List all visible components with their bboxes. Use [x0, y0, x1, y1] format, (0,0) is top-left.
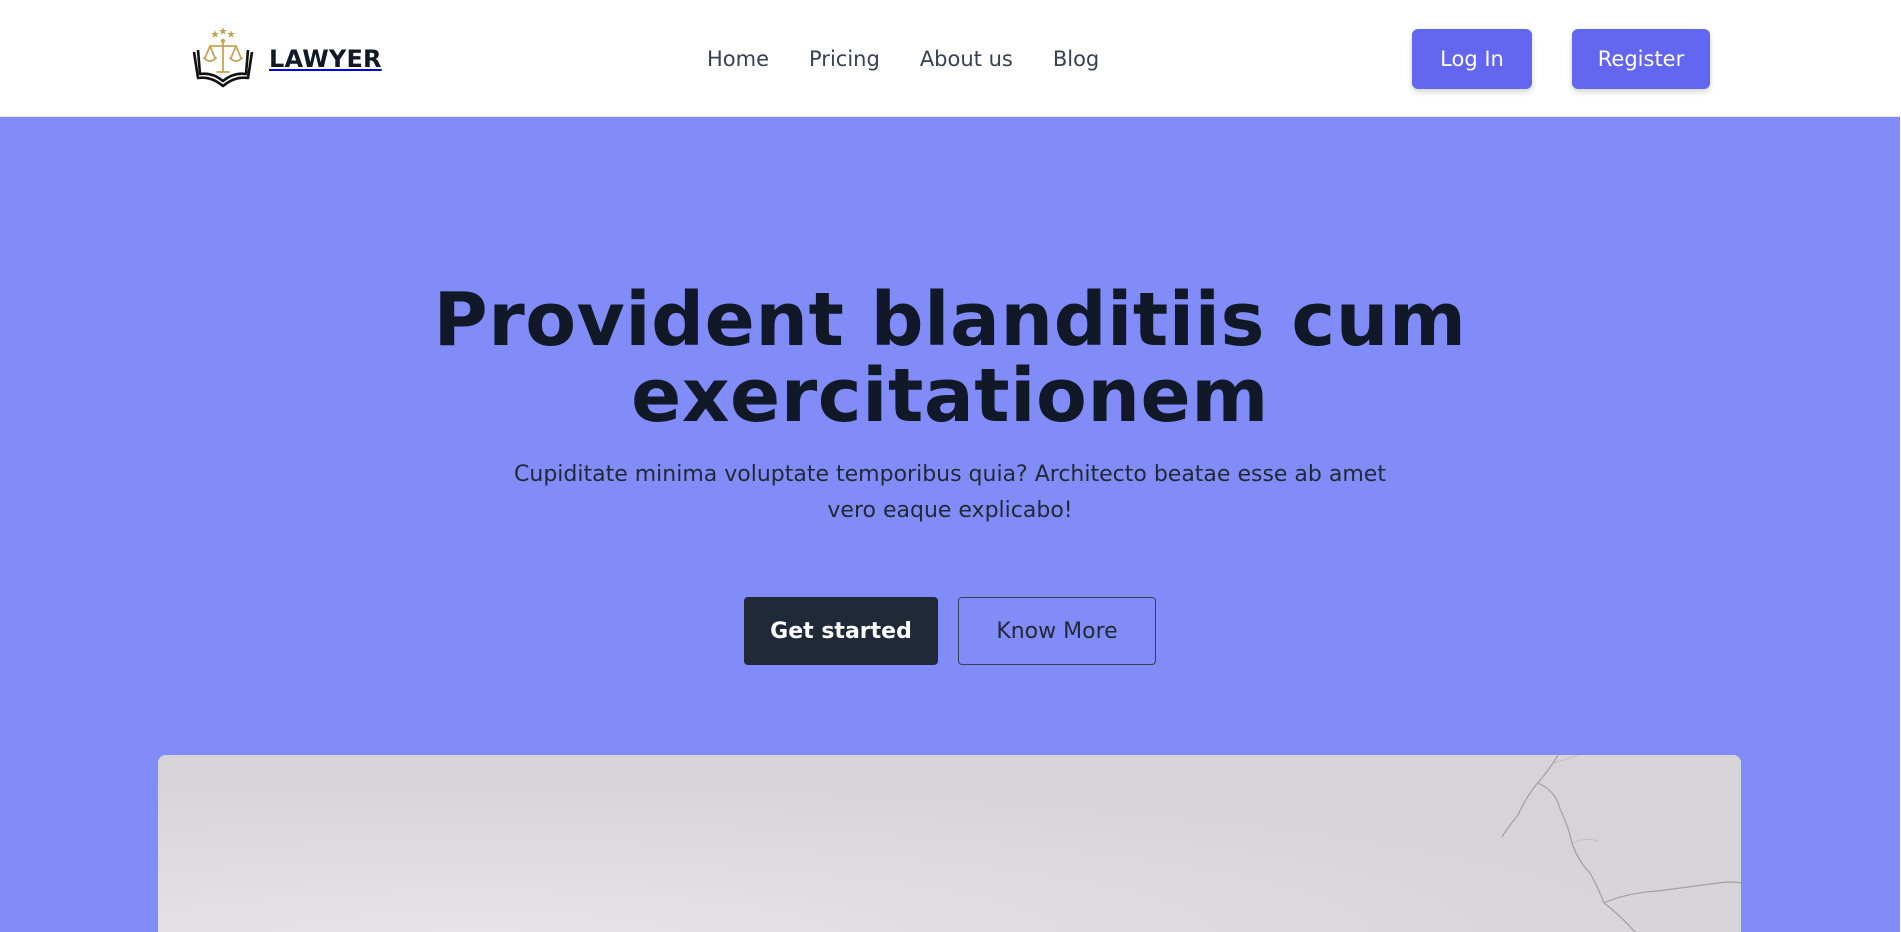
brand-link[interactable]: LAWYER — [191, 26, 382, 92]
nav-link-blog[interactable]: Blog — [1053, 47, 1099, 71]
scales-of-justice-logo-icon — [192, 27, 254, 88]
main-nav: Home Pricing About us Blog — [707, 44, 1099, 74]
hero-actions: Get started Know More — [744, 597, 1156, 665]
page: LAWYER Home Pricing About us Blog Log In… — [0, 0, 1900, 932]
nav-link-pricing[interactable]: Pricing — [809, 47, 880, 71]
get-started-button[interactable]: Get started — [744, 597, 938, 665]
brand-name: LAWYER — [269, 45, 382, 73]
hero-title-line-1: Provident blanditiis cum — [433, 277, 1467, 363]
login-button[interactable]: Log In — [1412, 29, 1532, 89]
hero-subtitle: Cupiditate minima voluptate temporibus q… — [514, 462, 1386, 523]
register-button[interactable]: Register — [1572, 29, 1710, 89]
hero-section: Provident blanditiis cum exercitationem … — [0, 117, 1900, 932]
nav-link-home[interactable]: Home — [707, 47, 769, 71]
nav-link-about-us[interactable]: About us — [920, 47, 1013, 71]
hero-title-line-2: exercitationem — [631, 353, 1269, 439]
hero-title: Provident blanditiis cum exercitationem — [0, 282, 1900, 434]
marble-texture-image — [158, 755, 1741, 932]
hero-image — [158, 755, 1741, 932]
know-more-button[interactable]: Know More — [958, 597, 1156, 665]
site-header: LAWYER Home Pricing About us Blog Log In… — [0, 0, 1900, 117]
